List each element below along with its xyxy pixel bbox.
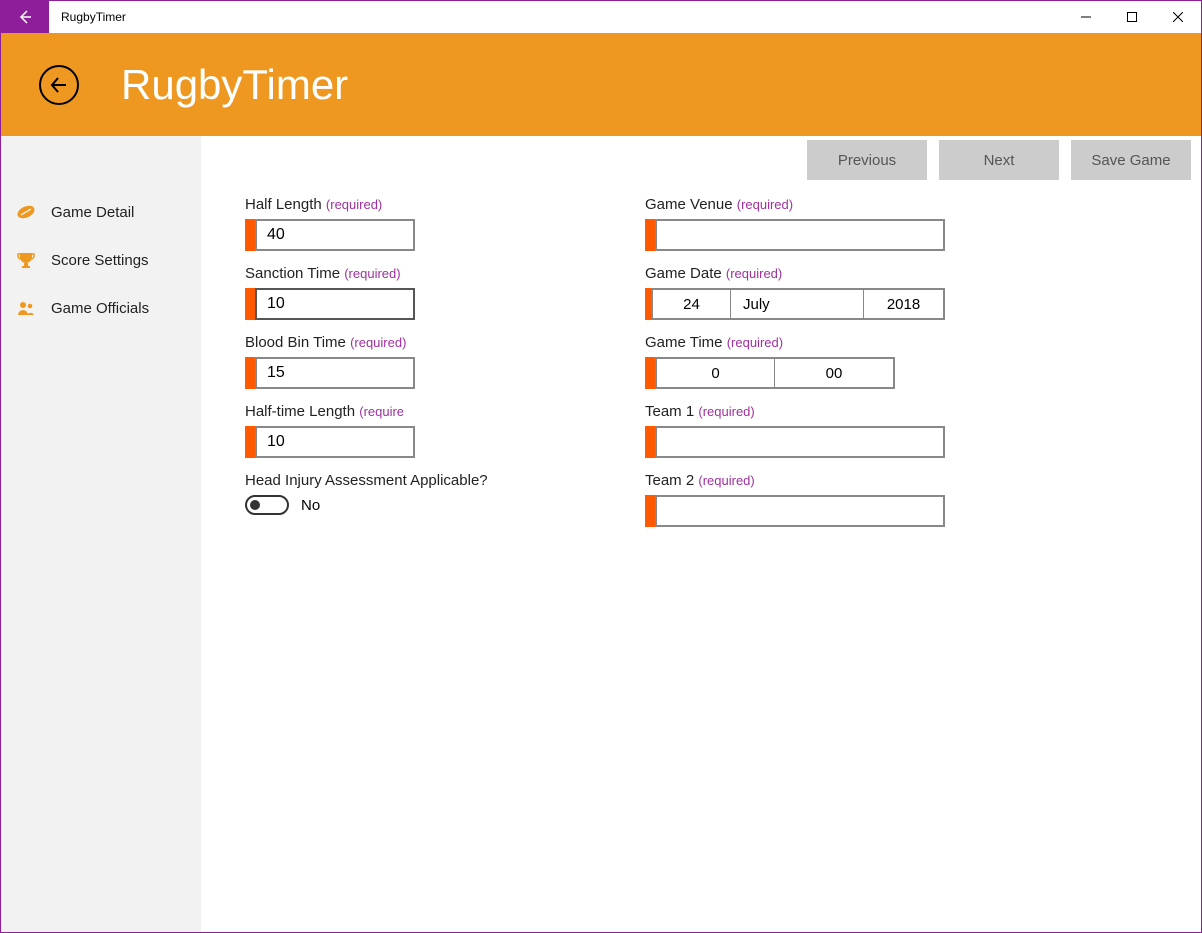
required-indicator [645,495,655,527]
team1-input[interactable] [655,426,945,458]
action-bar: Previous Next Save Game [807,140,1191,180]
required-marker: (required) [344,266,400,281]
window-title: RugbyTimer [49,1,138,33]
time-hour[interactable]: 0 [657,359,775,387]
field-team2: Team 2 (required) [645,472,945,527]
titlebar: RugbyTimer [1,1,1201,33]
field-game-time: Game Time (required) 0 00 [645,334,945,389]
required-indicator [245,357,255,389]
required-marker: (required) [350,335,406,350]
half-length-input[interactable] [255,219,415,251]
minimize-button[interactable] [1063,1,1109,33]
required-marker: (required) [359,404,403,419]
sidebar-item-label: Game Detail [51,204,134,221]
field-half-length: Half Length (required) [245,196,545,251]
next-button[interactable]: Next [939,140,1059,180]
toggle-knob [250,500,260,510]
field-label: Blood Bin Time (required) [245,334,545,351]
form-column-left: Half Length (required) Sanction Time (re… [245,196,545,541]
sidebar-item-label: Score Settings [51,252,149,269]
field-blood-bin-time: Blood Bin Time (required) [245,334,545,389]
field-game-venue: Game Venue (required) [645,196,945,251]
required-indicator [645,219,655,251]
form-column-right: Game Venue (required) Game Date (require… [645,196,945,541]
sidebar-item-game-officials[interactable]: Game Officials [1,284,201,332]
field-label: Game Date (required) [645,265,945,282]
required-indicator [245,288,255,320]
game-venue-input[interactable] [655,219,945,251]
blood-bin-time-input[interactable] [255,357,415,389]
required-marker: (required) [698,404,754,419]
field-label: Game Venue (required) [645,196,945,213]
titlebar-back-button[interactable] [1,1,49,33]
content: Previous Next Save Game Half Length (req… [201,136,1201,932]
form: Half Length (required) Sanction Time (re… [201,136,1201,541]
sidebar-item-game-detail[interactable]: Game Detail [1,188,201,236]
arrow-left-icon [17,9,33,25]
required-marker: (required) [326,197,382,212]
half-time-length-input[interactable] [255,426,415,458]
field-sanction-time: Sanction Time (required) [245,265,545,320]
required-marker: (required) [737,197,793,212]
app-title: RugbyTimer [121,61,348,109]
football-icon [15,202,37,222]
field-team1: Team 1 (required) [645,403,945,458]
app-header: RugbyTimer [1,33,1201,136]
required-indicator [645,426,655,458]
trophy-icon [15,250,37,270]
required-marker: (required) [698,473,754,488]
required-indicator [245,219,255,251]
required-marker: (required) [727,335,783,350]
sanction-time-input[interactable] [255,288,415,320]
game-time-picker[interactable]: 0 00 [655,357,895,389]
field-game-date: Game Date (required) 24 July 2018 [645,265,945,320]
people-icon [15,298,37,318]
arrow-left-icon [48,74,70,96]
previous-button[interactable]: Previous [807,140,927,180]
field-label: Sanction Time (required) [245,265,545,282]
window: RugbyTimer RugbyTimer Game Detail [0,0,1202,933]
maximize-button[interactable] [1109,1,1155,33]
field-label: Game Time (required) [645,334,945,351]
sidebar: Game Detail Score Settings Game Official… [1,136,201,932]
sidebar-item-score-settings[interactable]: Score Settings [1,236,201,284]
field-label: Half Length (required) [245,196,545,213]
body: Game Detail Score Settings Game Official… [1,136,1201,932]
date-year[interactable]: 2018 [864,290,943,318]
required-marker: (required) [726,266,782,281]
field-half-time-length: Half-time Length (required) [245,403,545,458]
hia-toggle[interactable] [245,495,289,515]
team2-input[interactable] [655,495,945,527]
date-month[interactable]: July [731,290,864,318]
sidebar-item-label: Game Officials [51,300,149,317]
time-minute[interactable]: 00 [775,359,893,387]
close-icon [1173,12,1183,22]
field-hia: Head Injury Assessment Applicable? No [245,472,545,515]
close-button[interactable] [1155,1,1201,33]
required-indicator [245,426,255,458]
field-label: Team 1 (required) [645,403,945,420]
minimize-icon [1081,12,1091,22]
field-label: Head Injury Assessment Applicable? [245,472,545,489]
field-label: Team 2 (required) [645,472,945,489]
hia-toggle-label: No [301,497,320,514]
field-label: Half-time Length (required) [245,403,403,420]
required-indicator [645,357,655,389]
save-game-button[interactable]: Save Game [1071,140,1191,180]
game-date-picker[interactable]: 24 July 2018 [651,288,945,320]
header-back-button[interactable] [39,65,79,105]
date-day[interactable]: 24 [653,290,731,318]
maximize-icon [1127,12,1137,22]
